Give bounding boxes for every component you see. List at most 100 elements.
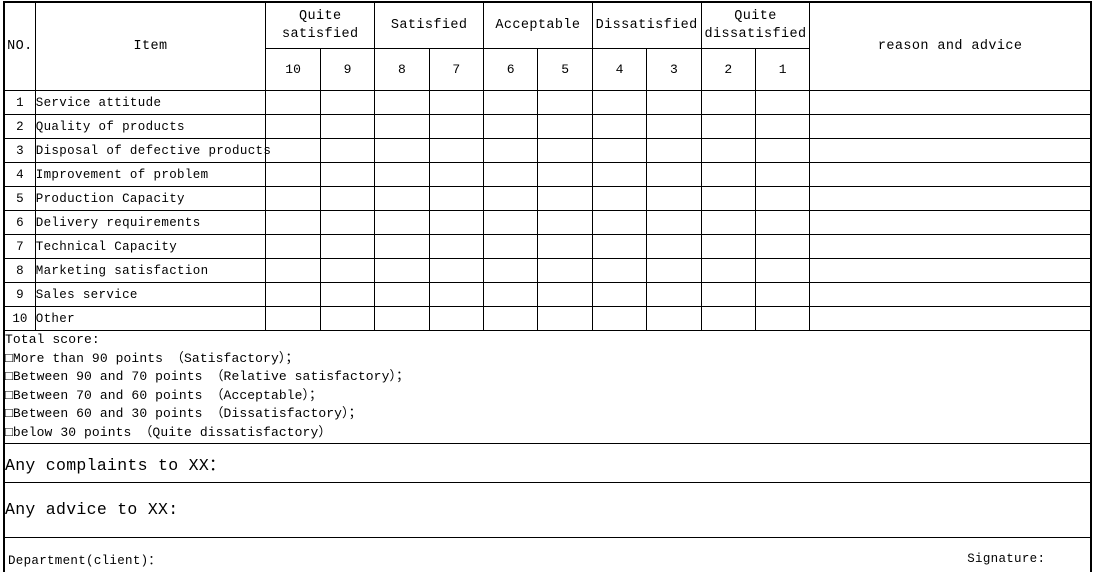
reason-cell[interactable]	[809, 282, 1092, 307]
reason-cell[interactable]	[809, 210, 1092, 235]
rating-cell-8[interactable]	[374, 258, 430, 283]
rating-cell-3[interactable]	[646, 210, 702, 235]
checkbox-icon[interactable]: □	[5, 351, 13, 366]
rating-cell-10[interactable]	[265, 162, 321, 187]
rating-cell-8[interactable]	[374, 210, 430, 235]
rating-cell-4[interactable]	[591, 306, 648, 331]
reason-cell[interactable]	[809, 186, 1092, 211]
rating-cell-10[interactable]	[265, 114, 321, 139]
rating-cell-2[interactable]	[700, 162, 756, 187]
rating-cell-9[interactable]	[319, 90, 376, 115]
rating-cell-8[interactable]	[374, 186, 430, 211]
rating-cell-10[interactable]	[265, 210, 321, 235]
rating-cell-6[interactable]	[482, 138, 539, 163]
rating-cell-4[interactable]	[591, 90, 648, 115]
rating-cell-2[interactable]	[700, 258, 756, 283]
rating-cell-10[interactable]	[265, 90, 321, 115]
rating-cell-7[interactable]	[428, 210, 485, 235]
rating-cell-6[interactable]	[482, 210, 539, 235]
rating-cell-5[interactable]	[537, 306, 593, 331]
rating-cell-5[interactable]	[537, 210, 593, 235]
rating-cell-9[interactable]	[319, 210, 376, 235]
rating-cell-7[interactable]	[428, 282, 485, 307]
rating-cell-5[interactable]	[537, 90, 593, 115]
rating-cell-6[interactable]	[482, 282, 539, 307]
rating-cell-2[interactable]	[700, 114, 756, 139]
rating-cell-10[interactable]	[265, 282, 321, 307]
total-score-option-quite-dissatisfactory[interactable]: □below 30 points （Quite dissatisfactory）	[5, 424, 1090, 443]
total-score-option-relative-satisfactory[interactable]: □Between 90 and 70 points （Relative sati…	[5, 368, 1090, 387]
advice-field[interactable]: Any advice to XX:	[3, 481, 1092, 538]
checkbox-icon[interactable]: □	[5, 369, 13, 384]
total-score-option-dissatisfactory[interactable]: □Between 60 and 30 points （Dissatisfacto…	[5, 405, 1090, 424]
rating-cell-5[interactable]	[537, 114, 593, 139]
rating-cell-3[interactable]	[646, 258, 702, 283]
rating-cell-5[interactable]	[537, 282, 593, 307]
rating-cell-4[interactable]	[591, 210, 648, 235]
rating-cell-10[interactable]	[265, 186, 321, 211]
rating-cell-9[interactable]	[319, 306, 376, 331]
rating-cell-8[interactable]	[374, 138, 430, 163]
rating-cell-9[interactable]	[319, 114, 376, 139]
rating-cell-5[interactable]	[537, 162, 593, 187]
rating-cell-4[interactable]	[591, 138, 648, 163]
rating-cell-7[interactable]	[428, 306, 485, 331]
rating-cell-2[interactable]	[700, 90, 756, 115]
rating-cell-1[interactable]	[754, 162, 811, 187]
reason-cell[interactable]	[809, 258, 1092, 283]
rating-cell-6[interactable]	[482, 306, 539, 331]
reason-cell[interactable]	[809, 114, 1092, 139]
rating-cell-3[interactable]	[646, 162, 702, 187]
rating-cell-9[interactable]	[319, 234, 376, 259]
rating-cell-6[interactable]	[482, 258, 539, 283]
rating-cell-2[interactable]	[700, 234, 756, 259]
checkbox-icon[interactable]: □	[5, 425, 13, 440]
total-score-option-satisfactory[interactable]: □More than 90 points （Satisfactory）；	[5, 350, 1090, 369]
rating-cell-8[interactable]	[374, 282, 430, 307]
rating-cell-6[interactable]	[482, 90, 539, 115]
rating-cell-9[interactable]	[319, 138, 376, 163]
checkbox-icon[interactable]: □	[5, 388, 13, 403]
rating-cell-1[interactable]	[754, 282, 811, 307]
rating-cell-5[interactable]	[537, 138, 593, 163]
rating-cell-4[interactable]	[591, 258, 648, 283]
rating-cell-8[interactable]	[374, 162, 430, 187]
rating-cell-7[interactable]	[428, 234, 485, 259]
rating-cell-6[interactable]	[482, 234, 539, 259]
rating-cell-9[interactable]	[319, 162, 376, 187]
rating-cell-6[interactable]	[482, 186, 539, 211]
rating-cell-6[interactable]	[482, 114, 539, 139]
rating-cell-9[interactable]	[319, 258, 376, 283]
rating-cell-4[interactable]	[591, 282, 648, 307]
rating-cell-5[interactable]	[537, 186, 593, 211]
rating-cell-4[interactable]	[591, 114, 648, 139]
rating-cell-1[interactable]	[754, 90, 811, 115]
rating-cell-10[interactable]	[265, 258, 321, 283]
complaints-field[interactable]: Any complaints to XX：	[3, 442, 1092, 483]
rating-cell-2[interactable]	[700, 306, 756, 331]
rating-cell-8[interactable]	[374, 114, 430, 139]
reason-cell[interactable]	[809, 306, 1092, 331]
rating-cell-3[interactable]	[646, 186, 702, 211]
rating-cell-8[interactable]	[374, 306, 430, 331]
rating-cell-3[interactable]	[646, 234, 702, 259]
rating-cell-4[interactable]	[591, 234, 648, 259]
rating-cell-4[interactable]	[591, 162, 648, 187]
rating-cell-1[interactable]	[754, 306, 811, 331]
rating-cell-10[interactable]	[265, 234, 321, 259]
rating-cell-5[interactable]	[537, 258, 593, 283]
rating-cell-1[interactable]	[754, 186, 811, 211]
rating-cell-3[interactable]	[646, 306, 702, 331]
rating-cell-7[interactable]	[428, 138, 485, 163]
rating-cell-2[interactable]	[700, 210, 756, 235]
rating-cell-3[interactable]	[646, 282, 702, 307]
rating-cell-3[interactable]	[646, 138, 702, 163]
rating-cell-2[interactable]	[700, 282, 756, 307]
rating-cell-1[interactable]	[754, 234, 811, 259]
total-score-option-acceptable[interactable]: □Between 70 and 60 points （Acceptable）；	[5, 387, 1090, 406]
rating-cell-7[interactable]	[428, 186, 485, 211]
rating-cell-8[interactable]	[374, 90, 430, 115]
rating-cell-9[interactable]	[319, 282, 376, 307]
rating-cell-7[interactable]	[428, 258, 485, 283]
reason-cell[interactable]	[809, 138, 1092, 163]
